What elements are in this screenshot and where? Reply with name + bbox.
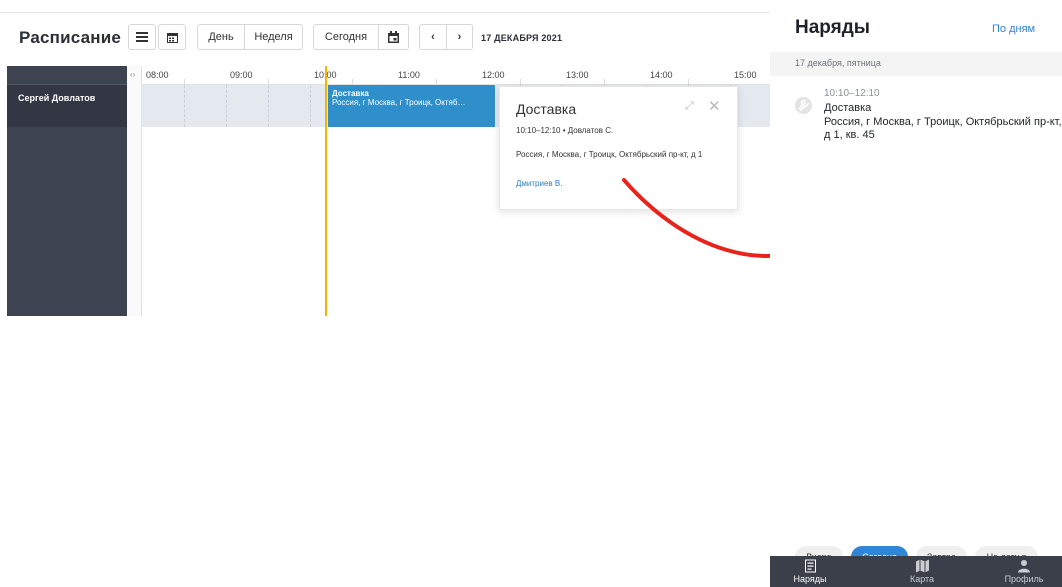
order-time: 10:10–12:10	[824, 88, 880, 99]
chevron-left-icon: ‹	[431, 31, 435, 43]
tab-map-label: Карта	[909, 574, 935, 584]
hour-label: 08:00	[146, 70, 169, 80]
by-days-link[interactable]: По дням	[992, 23, 1035, 35]
list-view-button[interactable]	[128, 24, 156, 50]
tab-orders[interactable]: Наряды	[780, 556, 840, 587]
event-address: Россия, г Москва, г Троицк, Октяб…	[332, 98, 466, 107]
hour-label: 13:00	[566, 70, 589, 80]
calendar-view-button[interactable]	[158, 24, 186, 50]
expand-icon[interactable]: ⤢	[685, 100, 694, 113]
bottom-tab-bar: Наряды Карта Профиль	[770, 556, 1062, 587]
profile-icon	[1018, 560, 1030, 573]
next-button[interactable]: ›	[446, 25, 472, 49]
event-title: Доставка	[332, 89, 369, 98]
grid-line	[184, 85, 185, 127]
map-icon	[915, 559, 929, 573]
schedule-toolbar: Расписание День Неделя Сегодня ‹ › 17 ДЕ…	[0, 20, 770, 56]
close-icon[interactable]: ✕	[708, 97, 721, 115]
hour-label: 11:00	[398, 70, 420, 80]
current-time-line	[325, 66, 327, 316]
tab-profile[interactable]: Профиль	[994, 556, 1054, 587]
hour-label: 14:00	[650, 70, 673, 80]
order-list-item[interactable]: 10:10–12:10 Доставка Россия, г Москва, г…	[795, 88, 1062, 148]
view-day-button[interactable]: День	[198, 25, 244, 49]
hour-label: 15:00	[734, 70, 757, 80]
mobile-app: Наряды По дням 17 декабря, пятница 10:10…	[770, 0, 1062, 587]
view-week-button[interactable]: Неделя	[244, 25, 302, 49]
view-switch: День Неделя	[197, 24, 303, 50]
today-group: Сегодня	[313, 24, 409, 50]
tab-map[interactable]: Карта	[892, 556, 952, 587]
date-picker-button[interactable]	[378, 25, 408, 49]
schedule-event[interactable]: Доставка Россия, г Москва, г Троицк, Окт…	[328, 85, 495, 127]
popover-time: 10:10–12:10 • Довлатов С.	[516, 126, 614, 135]
popover-title: Доставка	[516, 101, 577, 117]
tab-orders-label: Наряды	[793, 574, 827, 584]
resource-header	[7, 66, 127, 85]
mobile-title: Наряды	[795, 17, 871, 38]
grid-line	[310, 85, 311, 127]
list-icon	[136, 32, 148, 42]
hour-label: 09:00	[230, 70, 253, 80]
today-button[interactable]: Сегодня	[314, 25, 378, 49]
wrench-icon	[795, 97, 812, 114]
assignee-link[interactable]: Дмитриев В.	[516, 179, 562, 188]
order-address: Россия, г Москва, г Троицк, Октябрьский …	[824, 116, 1062, 141]
grid-line	[226, 85, 227, 127]
column-resizer[interactable]	[127, 66, 142, 316]
orders-icon	[804, 559, 816, 573]
prev-button[interactable]: ‹	[420, 25, 446, 49]
tab-profile-label: Профиль	[1004, 574, 1044, 584]
date-header: 17 декабря, пятница	[770, 52, 1062, 76]
page-title: Расписание	[19, 28, 122, 47]
calendar-day-icon	[388, 31, 399, 43]
timeline-header: 08:00 09:00 10:00 11:00 12:00 13:00 14:0…	[142, 66, 770, 85]
resource-row[interactable]: Сергей Довлатов	[7, 85, 127, 127]
grid-line	[268, 85, 269, 127]
order-name: Доставка	[824, 102, 872, 114]
chevron-right-icon: ›	[457, 31, 462, 43]
current-date: 17 ДЕКАБРЯ 2021	[481, 33, 563, 43]
hour-label: 12:00	[482, 70, 505, 80]
nav-arrows: ‹ ›	[419, 24, 473, 50]
calendar-icon	[166, 32, 178, 43]
date-header-text: 17 декабря, пятница	[795, 58, 881, 68]
expand-collapse-icon[interactable]: ‹›	[130, 70, 135, 79]
divider	[0, 12, 770, 13]
